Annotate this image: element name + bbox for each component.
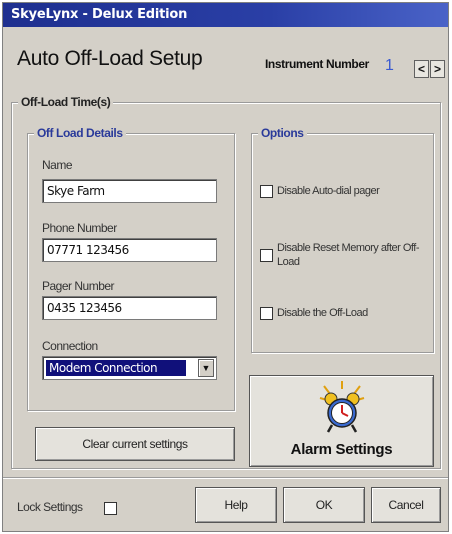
disable-autodial-checkbox[interactable] xyxy=(260,185,273,198)
instrument-number-label: Instrument Number xyxy=(265,57,369,71)
alarm-clock-icon xyxy=(319,381,365,433)
instrument-number-value: 1 xyxy=(385,57,394,74)
help-button[interactable]: Help xyxy=(195,487,277,523)
phone-number-field[interactable]: 07771 123456 xyxy=(42,238,217,262)
clear-settings-button[interactable]: Clear current settings xyxy=(35,427,235,461)
footer-divider xyxy=(3,477,448,479)
option-disable-reset-memory[interactable]: Disable Reset Memory after Off-Load xyxy=(260,241,420,269)
options-group: Options Disable Auto-dial pager Disable … xyxy=(251,126,434,353)
title-bar[interactable]: SkyeLynx - Delux Edition xyxy=(3,3,448,27)
chevron-down-icon[interactable]: ▼ xyxy=(198,359,214,377)
cancel-button[interactable]: Cancel xyxy=(371,487,441,523)
connection-selected-value: Modem Connection xyxy=(46,360,186,376)
alarm-settings-label: Alarm Settings xyxy=(290,441,393,458)
auto-offload-setup-window: SkyeLynx - Delux Edition Auto Off-Load S… xyxy=(2,2,449,532)
offload-details-group: Off Load Details Name Skye Farm Phone Nu… xyxy=(27,126,235,411)
option-disable-autodial[interactable]: Disable Auto-dial pager xyxy=(260,184,430,198)
disable-reset-memory-checkbox[interactable] xyxy=(260,249,273,262)
disable-reset-memory-label: Disable Reset Memory after Off-Load xyxy=(277,242,420,268)
option-disable-offload[interactable]: Disable the Off-Load xyxy=(260,306,430,320)
offload-times-legend: Off-Load Time(s) xyxy=(18,95,114,109)
disable-offload-checkbox[interactable] xyxy=(260,307,273,320)
options-legend: Options xyxy=(258,126,307,140)
name-label: Name xyxy=(42,158,73,172)
disable-offload-label: Disable the Off-Load xyxy=(277,307,368,319)
offload-details-legend: Off Load Details xyxy=(34,126,126,140)
ok-button[interactable]: OK xyxy=(283,487,365,523)
previous-instrument-button[interactable]: < xyxy=(414,60,429,78)
next-instrument-button[interactable]: > xyxy=(430,60,445,78)
phone-number-label: Phone Number xyxy=(42,221,117,235)
disable-autodial-label: Disable Auto-dial pager xyxy=(277,185,380,197)
pager-number-field[interactable]: 0435 123456 xyxy=(42,296,217,320)
pager-number-label: Pager Number xyxy=(42,279,115,293)
page-title: Auto Off-Load Setup xyxy=(17,47,203,70)
lock-settings-checkbox[interactable] xyxy=(104,502,117,515)
connection-label: Connection xyxy=(42,339,98,353)
window-title: SkyeLynx - Delux Edition xyxy=(11,7,188,22)
alarm-settings-button[interactable]: Alarm Settings xyxy=(249,375,434,467)
connection-dropdown[interactable]: Modem Connection ▼ xyxy=(42,356,217,380)
name-field[interactable]: Skye Farm xyxy=(42,179,217,203)
lock-settings-label: Lock Settings xyxy=(17,500,83,514)
